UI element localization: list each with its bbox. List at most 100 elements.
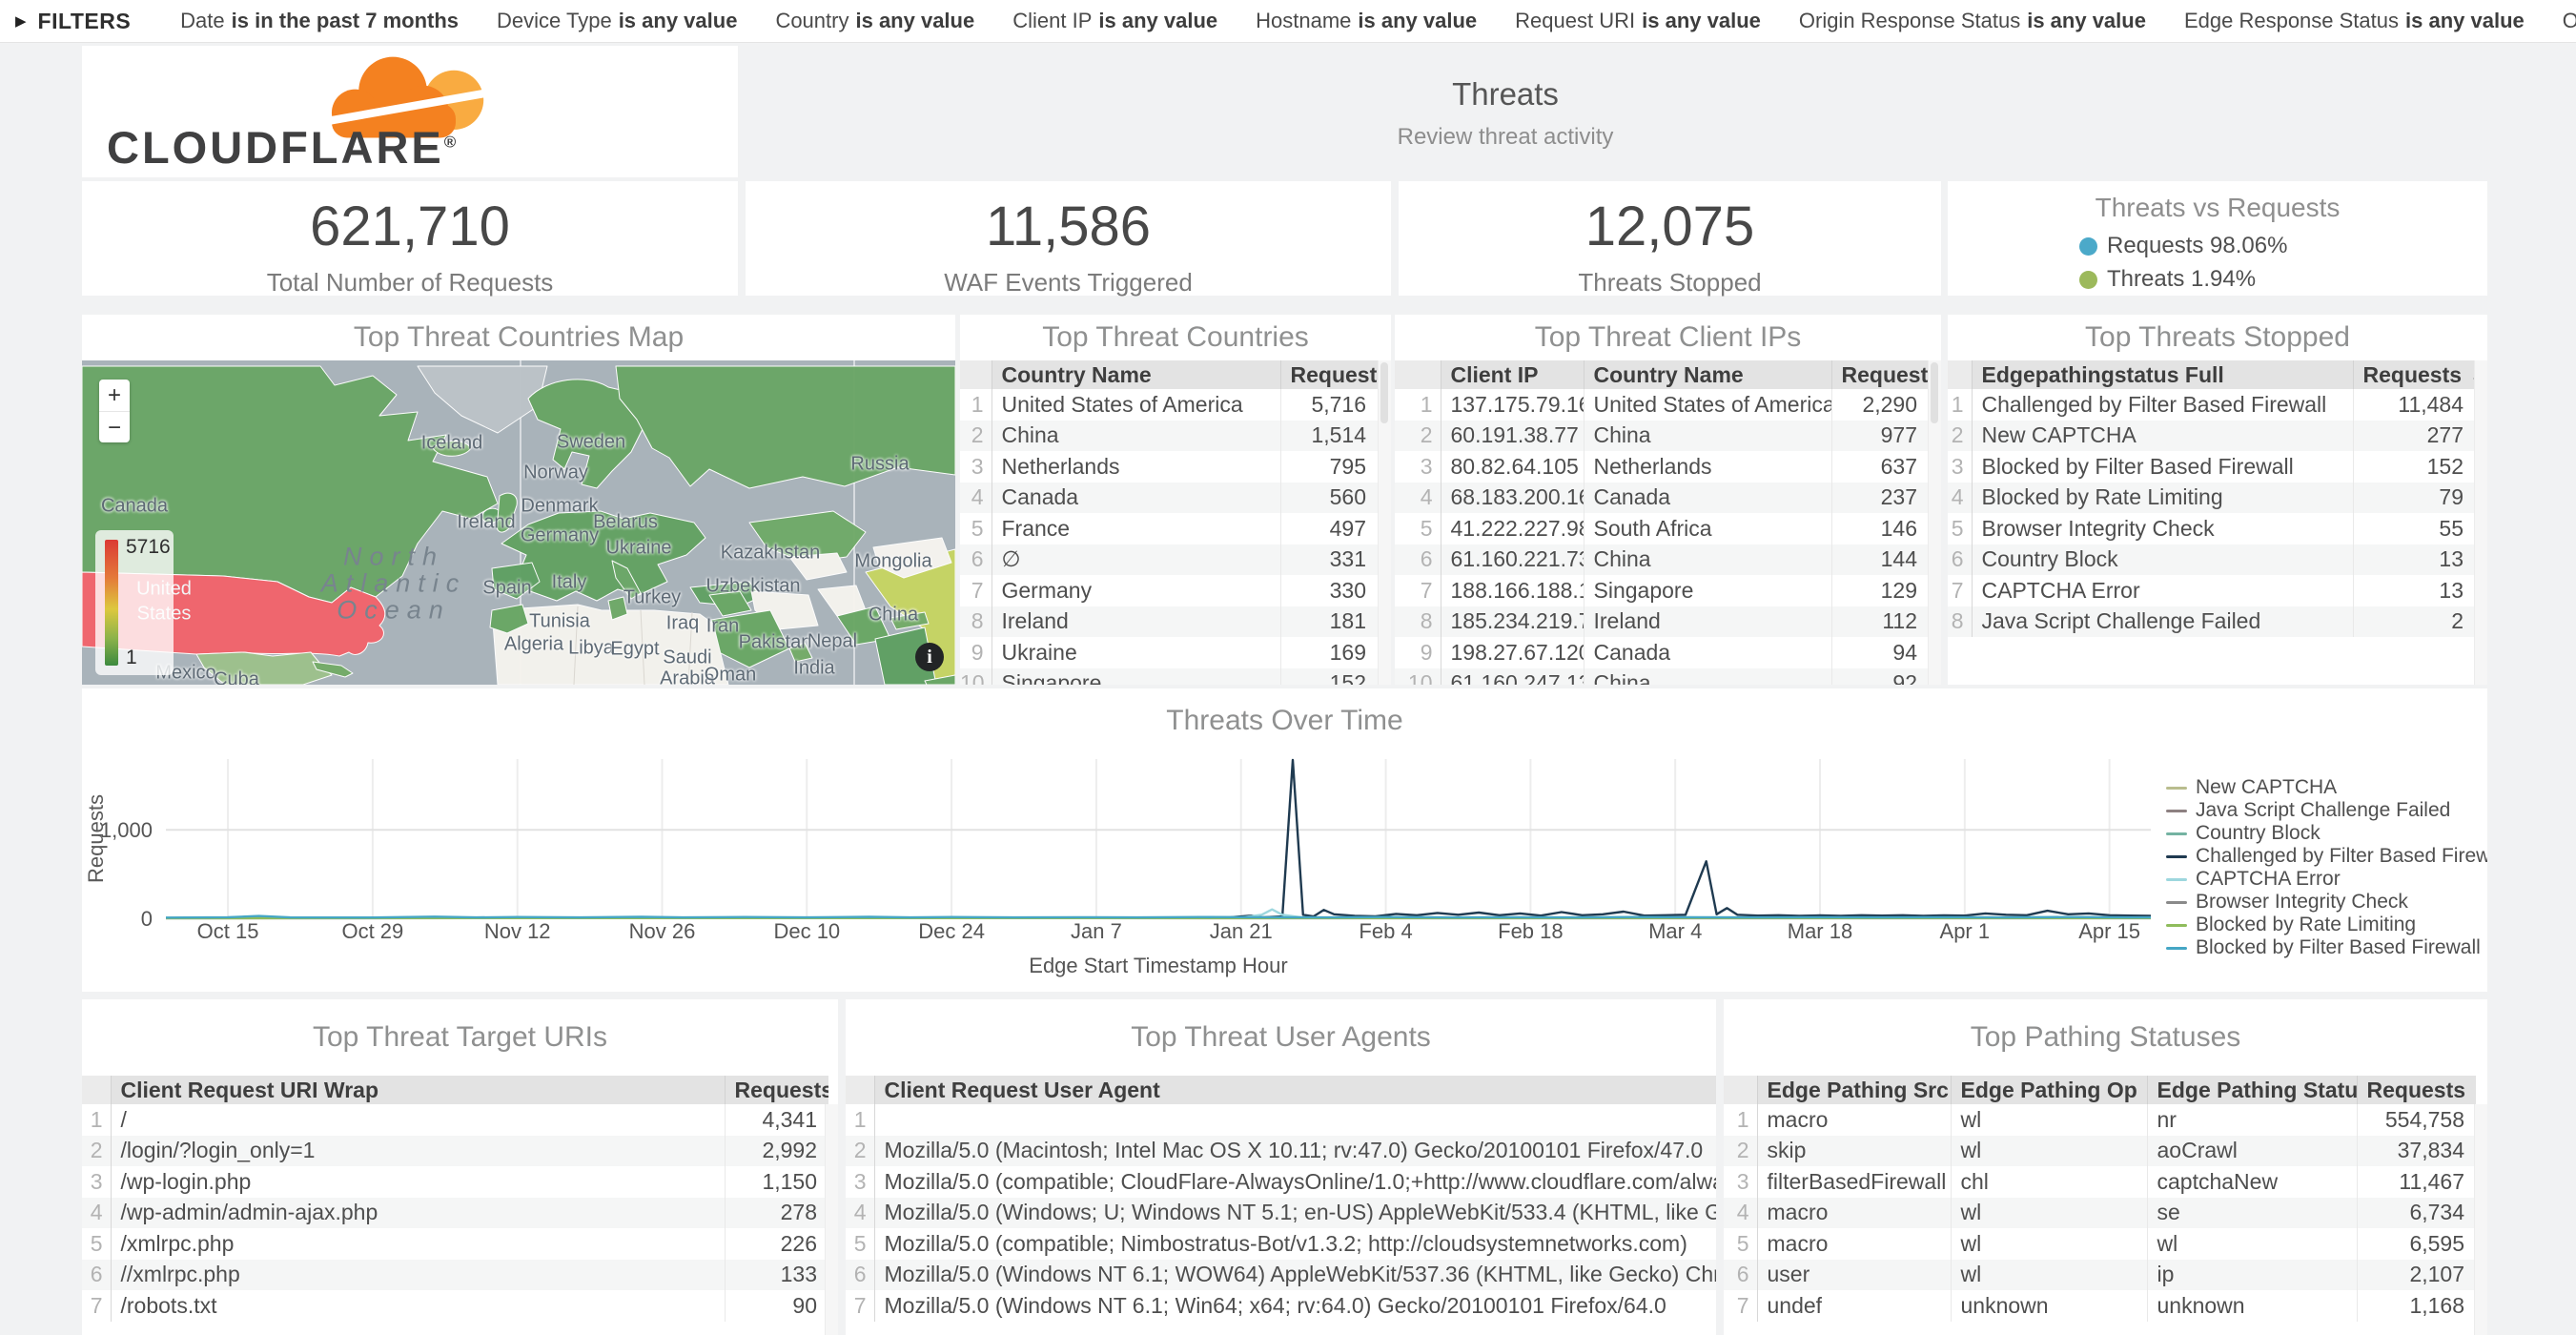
filter-item[interactable]: Hostnameis any value [1256, 9, 1477, 33]
table-row[interactable]: 5Browser Integrity Check55 [1948, 513, 2475, 544]
info-icon[interactable]: i [915, 643, 944, 671]
row-index: 9 [1395, 637, 1441, 668]
column-header[interactable]: Edgepathingstatus Full [1972, 360, 2353, 389]
chart-legend-item[interactable]: Country Block [2166, 822, 2487, 845]
table-row[interactable]: 10Singapore152 [960, 668, 1378, 686]
legend-item[interactable]: Threats 1.94% [2079, 266, 2356, 293]
filters-toggle[interactable]: ▶ FILTERS [15, 9, 131, 34]
filter-item[interactable]: Dateis in the past 7 months [180, 9, 459, 33]
column-header[interactable]: Client Request User Agent [874, 1076, 1716, 1104]
table-row[interactable]: 7Mozilla/5.0 (Windows NT 6.1; Win64; x64… [846, 1290, 1716, 1322]
table-row[interactable]: 1Challenged by Filter Based Firewall11,4… [1948, 389, 2475, 421]
table-row[interactable]: 7Germany330 [960, 575, 1378, 606]
column-header[interactable]: Requests⌄ [725, 1076, 828, 1104]
table-row[interactable]: 2Mozilla/5.0 (Macintosh; Intel Mac OS X … [846, 1136, 1716, 1167]
table-row[interactable]: 541.222.227.98South Africa146 [1395, 513, 1929, 544]
column-header[interactable]: Requests⌄ [2353, 360, 2475, 389]
filter-item[interactable]: Request URIis any value [1515, 9, 1761, 33]
row-index-header [960, 360, 992, 389]
table-row[interactable]: 5macrowlwl6,595 [1724, 1228, 2476, 1260]
scrollbar[interactable] [2474, 1104, 2487, 1335]
table-row[interactable]: 5France497 [960, 513, 1378, 544]
filter-item[interactable]: Origin IPis any value [2563, 9, 2576, 33]
table-row[interactable]: 1/4,341 [82, 1104, 828, 1136]
svg-text:Nov 12: Nov 12 [484, 919, 551, 943]
table-row[interactable]: 3Netherlands795 [960, 451, 1378, 483]
table-row[interactable]: 5/xmlrpc.php226 [82, 1228, 828, 1260]
filter-item[interactable]: Origin Response Statusis any value [1799, 9, 2146, 33]
column-header[interactable]: Client IP [1441, 360, 1584, 389]
cloudflare-logo[interactable]: CLOUDFLARE® [107, 50, 526, 175]
scrollbar[interactable] [1928, 360, 1941, 685]
table-row[interactable]: 2/login/?login_only=12,992 [82, 1136, 828, 1167]
filter-item[interactable]: Client IPis any value [1012, 9, 1217, 33]
table-row[interactable]: 4/wp-admin/admin-ajax.php278 [82, 1198, 828, 1229]
table-row[interactable]: 7/robots.txt90 [82, 1290, 828, 1322]
table-row[interactable]: 468.183.200.167Canada237 [1395, 483, 1929, 514]
column-header[interactable]: Edge Pathing Status [2147, 1076, 2357, 1104]
table-row[interactable]: 1137.175.79.166United States of America2… [1395, 389, 1929, 421]
chart-legend-item[interactable]: Blocked by Rate Limiting [2166, 914, 2487, 936]
chart-legend-item[interactable]: Java Script Challenge Failed [2166, 799, 2487, 822]
column-header[interactable]: Client Request URI Wrap [111, 1076, 725, 1104]
chart-legend-item[interactable]: Blocked by Filter Based Firewall [2166, 936, 2487, 959]
table-row[interactable]: 4Blocked by Rate Limiting79 [1948, 483, 2475, 514]
table-row[interactable]: 9Ukraine169 [960, 637, 1378, 668]
table-row[interactable]: 380.82.64.105Netherlands637 [1395, 451, 1929, 483]
table-row[interactable]: 1 [846, 1104, 1716, 1136]
table-row[interactable]: 2New CAPTCHA277 [1948, 421, 2475, 452]
table-row[interactable]: 2skipwlaoCrawl37,834 [1724, 1136, 2476, 1167]
column-header[interactable]: Country Name [1584, 360, 1831, 389]
filter-item[interactable]: Edge Response Statusis any value [2184, 9, 2525, 33]
row-index: 6 [960, 544, 992, 576]
table-row[interactable]: 7188.166.188.152Singapore129 [1395, 575, 1929, 606]
zoom-out-button[interactable]: − [99, 412, 130, 443]
table-row[interactable]: 1United States of America5,716 [960, 389, 1378, 421]
table-row[interactable]: 6//xmlrpc.php133 [82, 1260, 828, 1291]
table-row[interactable]: 3filterBasedFirewallchlcaptchaNew11,467 [1724, 1166, 2476, 1198]
table-row[interactable]: 3Blocked by Filter Based Firewall152 [1948, 451, 2475, 483]
table-row[interactable]: 6Mozilla/5.0 (Windows NT 6.1; WOW64) App… [846, 1260, 1716, 1291]
chart-legend-item[interactable]: Browser Integrity Check [2166, 891, 2487, 914]
series-dash-icon [2166, 787, 2187, 790]
table-row[interactable]: 8185.234.219.70Ireland112 [1395, 606, 1929, 638]
row-index: 6 [1395, 544, 1441, 576]
table-row[interactable]: 4macrowlse6,734 [1724, 1198, 2476, 1229]
filter-item[interactable]: Device Typeis any value [497, 9, 737, 33]
table-row[interactable]: 2China1,514 [960, 421, 1378, 452]
table-row[interactable]: 6Country Block13 [1948, 544, 2475, 576]
legend-item[interactable]: Requests 98.06% [2079, 233, 2356, 259]
table-row[interactable]: 5Mozilla/5.0 (compatible; Nimbostratus-B… [846, 1228, 1716, 1260]
column-header[interactable]: Requests⌄ [1280, 360, 1378, 389]
table-row[interactable]: 3/wp-login.php1,150 [82, 1166, 828, 1198]
table-row[interactable]: 7undefunknownunknown1,168 [1724, 1290, 2476, 1322]
world-map[interactable]: CanadaUnitedStatesMexicoCubaIcelandIrela… [82, 360, 955, 685]
filter-item[interactable]: Countryis any value [775, 9, 974, 33]
table-row[interactable]: 9198.27.67.120Canada94 [1395, 637, 1929, 668]
table-row[interactable]: 3Mozilla/5.0 (compatible; CloudFlare-Alw… [846, 1166, 1716, 1198]
table-row[interactable]: 6∅331 [960, 544, 1378, 576]
table-row[interactable]: 1061.160.247.137China92 [1395, 668, 1929, 686]
table-row[interactable]: 8Java Script Challenge Failed2 [1948, 606, 2475, 638]
scrollbar[interactable] [1378, 360, 1391, 685]
column-header[interactable]: Edge Pathing Op [1951, 1076, 2147, 1104]
table-row[interactable]: 1macrowlnr554,758 [1724, 1104, 2476, 1136]
chart-legend-item[interactable]: Challenged by Filter Based Firewall [2166, 845, 2487, 868]
table-row[interactable]: 4Mozilla/5.0 (Windows; U; Windows NT 5.1… [846, 1198, 1716, 1229]
chart-legend-item[interactable]: New CAPTCHA [2166, 776, 2487, 799]
column-header[interactable]: Requests⌄ [2357, 1076, 2476, 1104]
scrollbar[interactable] [2474, 360, 2487, 685]
table-row[interactable]: 7CAPTCHA Error13 [1948, 575, 2475, 606]
zoom-in-button[interactable]: + [99, 380, 130, 412]
chart-legend-item[interactable]: CAPTCHA Error [2166, 868, 2487, 891]
table-row[interactable]: 260.191.38.77China977 [1395, 421, 1929, 452]
table-row[interactable]: 6userwlip2,107 [1724, 1260, 2476, 1291]
legend-max: 5716 [126, 536, 171, 559]
table-row[interactable]: 4Canada560 [960, 483, 1378, 514]
table-row[interactable]: 661.160.221.73China144 [1395, 544, 1929, 576]
scrollbar[interactable] [825, 1104, 838, 1335]
column-header[interactable]: Edge Pathing Src [1757, 1076, 1951, 1104]
column-header[interactable]: Country Name [992, 360, 1280, 389]
table-row[interactable]: 8Ireland181 [960, 606, 1378, 638]
column-header[interactable]: Requests⌄ [1831, 360, 1929, 389]
